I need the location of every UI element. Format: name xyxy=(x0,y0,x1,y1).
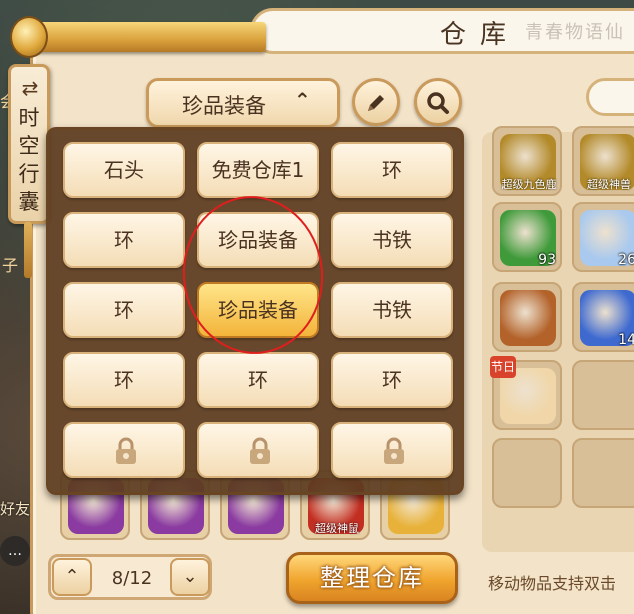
warehouse-option[interactable]: 环 xyxy=(63,282,185,338)
warehouse-option[interactable]: 珍品装备 xyxy=(197,212,319,268)
page-title: 仓库 xyxy=(440,20,521,50)
chat-icon[interactable]: … xyxy=(0,536,30,566)
item-count: 26 xyxy=(618,252,634,268)
pencil-icon xyxy=(368,95,384,111)
lock-icon xyxy=(116,437,136,464)
empty-bag-slot[interactable] xyxy=(572,438,634,508)
bag-search-field[interactable] xyxy=(586,78,634,116)
bag-item-slot[interactable]: 节日 xyxy=(490,356,562,430)
item-name: 超级九色鹿 xyxy=(501,178,557,191)
item-name: 超级神兽 xyxy=(587,178,631,191)
warehouse-dropdown: 石头 免费仓库1 环环珍品装备 书铁环珍品装备 书铁环环环 xyxy=(46,127,464,495)
warehouse-option[interactable]: 珍品装备 xyxy=(197,282,319,338)
bag-item-slot[interactable] xyxy=(492,282,562,352)
item-name: 超级神鼠 xyxy=(315,522,359,535)
lock-icon xyxy=(250,437,270,464)
item-icon xyxy=(500,290,556,346)
empty-bag-slot[interactable] xyxy=(572,360,634,430)
bag-item-slot[interactable]: 14 xyxy=(572,282,634,352)
bag-item-slot[interactable]: 26 xyxy=(572,202,634,272)
warehouse-option[interactable]: 环 xyxy=(331,352,453,408)
search-button[interactable] xyxy=(414,78,462,126)
bag-item-slot[interactable]: 超级九色鹿 xyxy=(492,126,562,196)
background-text-zi: 子 xyxy=(2,256,19,275)
warehouse-option[interactable]: 环 xyxy=(331,142,453,198)
spacetime-bag-label: 时空行囊 xyxy=(18,106,40,214)
item-count: 93 xyxy=(538,252,556,268)
selector-label: 珍品装备 xyxy=(182,94,266,118)
rename-button[interactable] xyxy=(352,78,400,126)
title-decoration: 青春物语仙 xyxy=(525,22,625,43)
page-down-button[interactable]: ⌄ xyxy=(170,558,210,596)
lock-icon xyxy=(384,437,404,464)
warehouse-option[interactable]: 环 xyxy=(63,352,185,408)
decorative-scroll-rod xyxy=(14,22,266,52)
page-indicator: 8/12 xyxy=(111,568,153,589)
scroll-cap-ornament xyxy=(10,16,48,58)
swap-icon[interactable]: ⇄ xyxy=(18,76,42,100)
warehouse-option[interactable]: 免费仓库1 xyxy=(197,142,319,198)
warehouse-option[interactable]: 石头 xyxy=(63,142,185,198)
warehouse-option[interactable]: 书铁 xyxy=(331,212,453,268)
chevron-up-icon: ⌃ xyxy=(294,88,311,112)
locked-warehouse-slot[interactable] xyxy=(331,422,453,478)
friends-label[interactable]: 好友 xyxy=(0,498,30,519)
warehouse-option[interactable]: 环 xyxy=(63,212,185,268)
warehouse-option[interactable]: 环 xyxy=(197,352,319,408)
tassel-ornament xyxy=(24,222,32,278)
search-icon xyxy=(427,92,449,114)
hint-text: 移动物品支持双击 xyxy=(488,574,617,593)
locked-warehouse-slot[interactable] xyxy=(63,422,185,478)
festival-tag: 节日 xyxy=(490,356,516,378)
bag-item-slot[interactable]: 93 xyxy=(492,202,562,272)
page-up-button[interactable]: ⌃ xyxy=(52,558,92,596)
warehouse-option[interactable]: 书铁 xyxy=(331,282,453,338)
item-count: 14 xyxy=(618,332,634,348)
bag-item-slot[interactable]: 超级神兽 xyxy=(572,126,634,196)
empty-bag-slot[interactable] xyxy=(492,438,562,508)
organize-warehouse-button[interactable]: 整理仓库 xyxy=(286,552,458,604)
locked-warehouse-slot[interactable] xyxy=(197,422,319,478)
